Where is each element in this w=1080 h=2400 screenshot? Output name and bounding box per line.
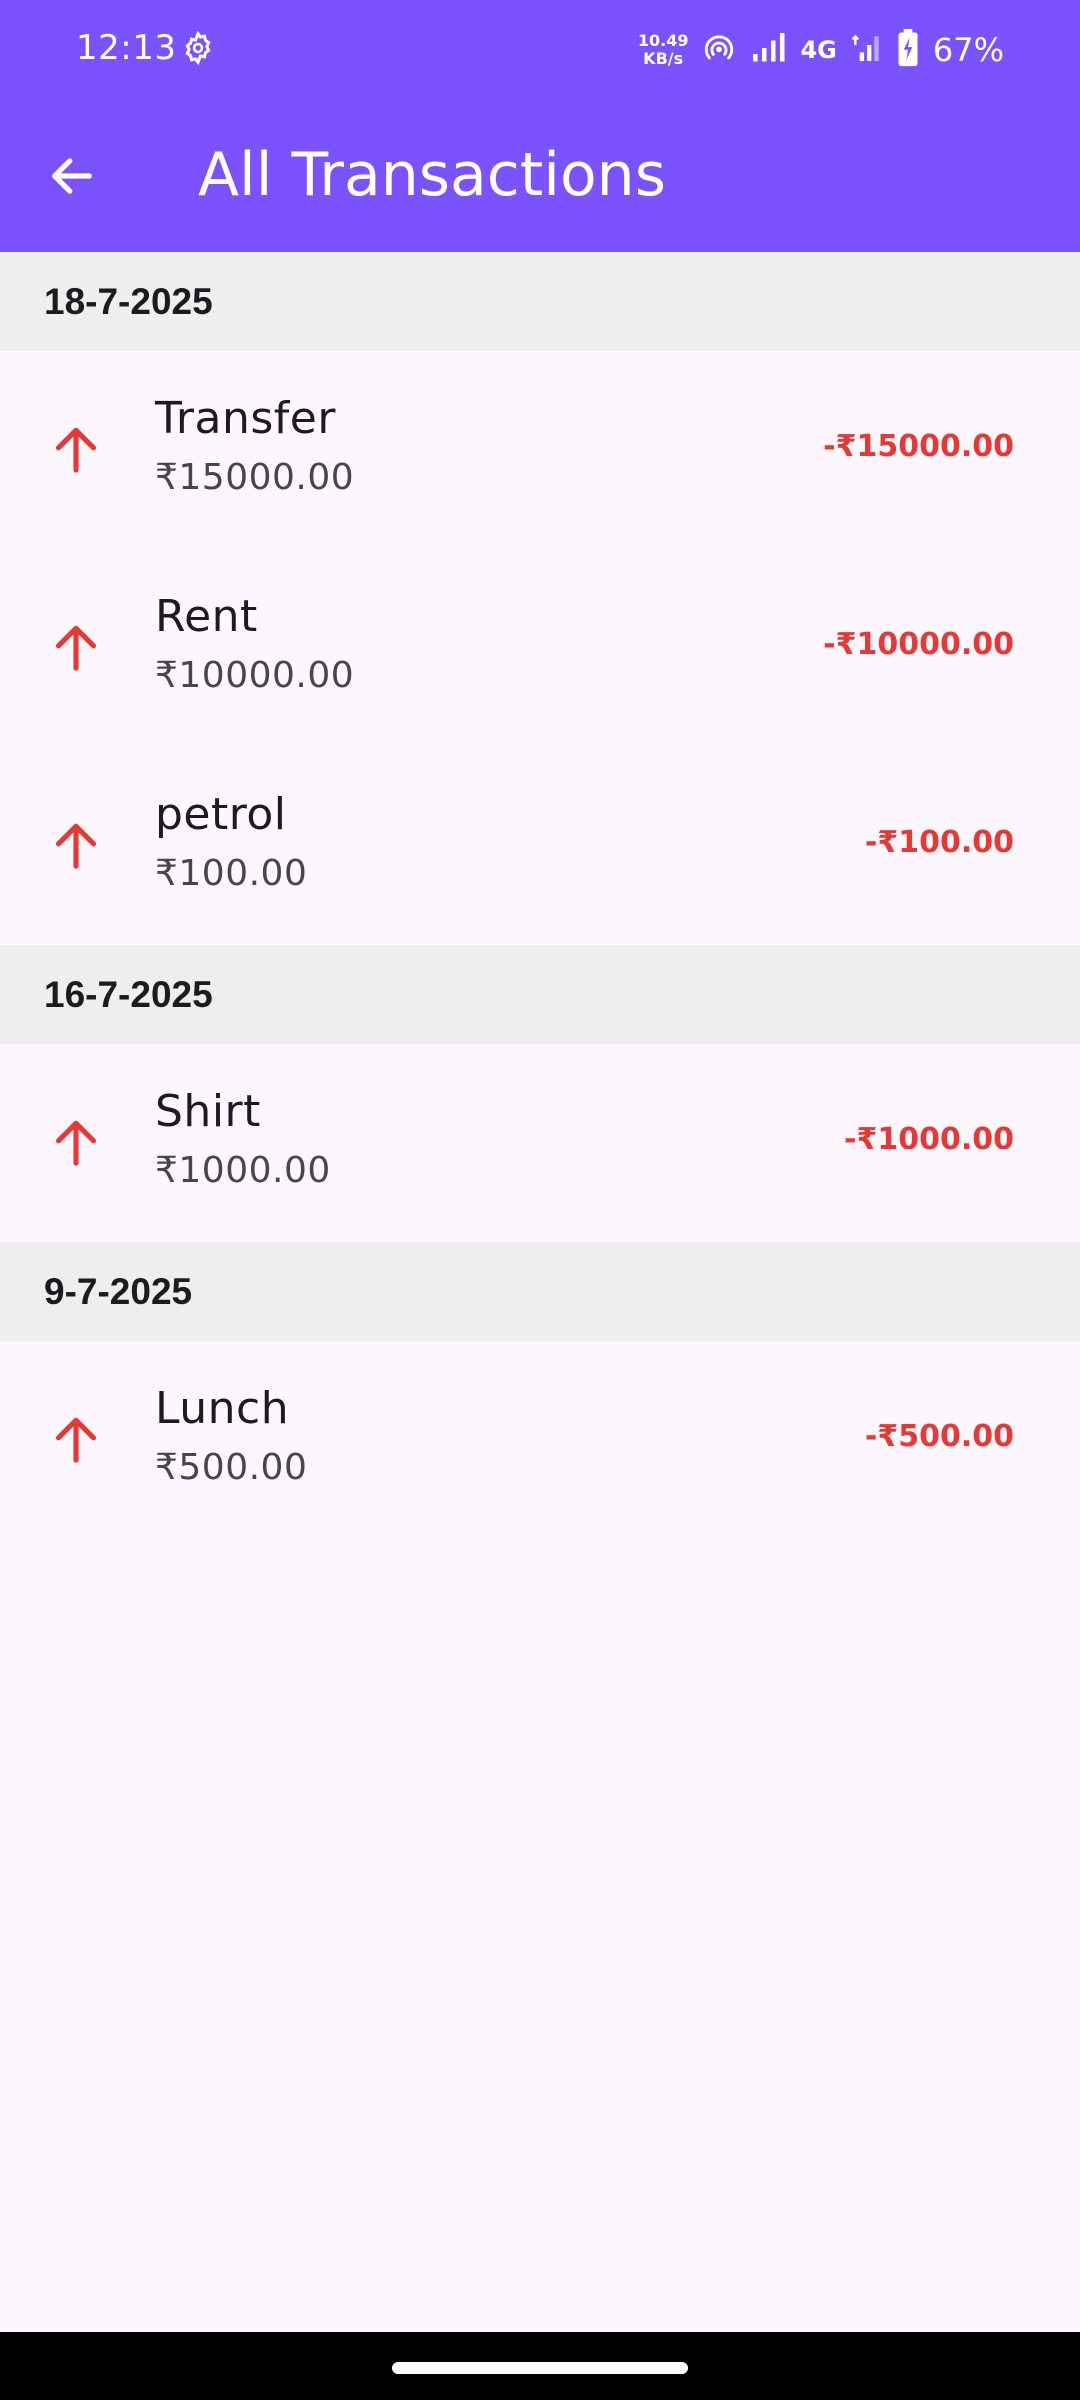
- net-speed-unit: KB/s: [643, 49, 684, 68]
- settings-gear-icon: [180, 30, 216, 66]
- arrow-up-icon: [48, 421, 104, 477]
- app-bar: All Transactions: [0, 100, 1080, 252]
- transaction-amount: -₹100.00: [864, 825, 1014, 860]
- transaction-subtitle: ₹100.00: [155, 853, 308, 894]
- status-indicators: 10.49 KB/s 4G 67%: [638, 22, 1004, 78]
- transaction-title: Shirt: [155, 1086, 261, 1137]
- transaction-item[interactable]: Lunch ₹500.00 -₹500.00: [0, 1341, 1080, 1539]
- back-button[interactable]: [32, 136, 112, 216]
- page-title: All Transactions: [198, 140, 666, 210]
- date-header: 18-7-2025: [0, 252, 1080, 351]
- arrow-up-icon: [48, 817, 104, 873]
- transaction-amount: -₹1000.00: [844, 1122, 1014, 1157]
- transaction-amount: -₹15000.00: [823, 429, 1014, 464]
- transaction-subtitle: ₹500.00: [155, 1447, 308, 1488]
- transaction-list: 18-7-2025 Transfer ₹15000.00 -₹15000.00 …: [0, 252, 1080, 1539]
- transaction-amount: -₹500.00: [864, 1419, 1014, 1454]
- transaction-item[interactable]: Shirt ₹1000.00 -₹1000.00: [0, 1044, 1080, 1242]
- arrow-up-icon: [48, 1114, 104, 1170]
- signal-icon: [750, 31, 786, 70]
- net-speed: 10.49 KB/s: [638, 32, 689, 68]
- transaction-amount: -₹10000.00: [823, 627, 1014, 662]
- hotspot-icon: [702, 31, 736, 70]
- status-bar: 12:13 10.49 KB/s 4G 67%: [0, 0, 1080, 100]
- signal-icon-secondary: [851, 31, 883, 70]
- transaction-title: petrol: [155, 789, 287, 840]
- date-header: 9-7-2025: [0, 1242, 1080, 1341]
- net-speed-value: 10.49: [637, 31, 689, 50]
- date-header: 16-7-2025: [0, 945, 1080, 1044]
- transaction-subtitle: ₹1000.00: [155, 1150, 331, 1191]
- transaction-title: Transfer: [155, 393, 336, 444]
- battery-charging-icon: [897, 28, 919, 72]
- home-gesture-handle[interactable]: [392, 2362, 688, 2374]
- arrow-back-icon: [52, 158, 92, 194]
- network-type: 4G: [800, 36, 837, 64]
- transaction-subtitle: ₹15000.00: [155, 457, 355, 498]
- transaction-item[interactable]: Transfer ₹15000.00 -₹15000.00: [0, 351, 1080, 549]
- transaction-item[interactable]: Rent ₹10000.00 -₹10000.00: [0, 549, 1080, 747]
- transaction-item[interactable]: petrol ₹100.00 -₹100.00: [0, 747, 1080, 945]
- system-nav-bar: [0, 2332, 1080, 2400]
- arrow-up-icon: [48, 619, 104, 675]
- arrow-up-icon: [48, 1411, 104, 1467]
- transaction-title: Lunch: [155, 1383, 290, 1434]
- transaction-subtitle: ₹10000.00: [155, 655, 355, 696]
- status-time: 12:13: [76, 28, 177, 68]
- battery-percent: 67%: [932, 31, 1004, 69]
- transaction-title: Rent: [155, 591, 258, 642]
